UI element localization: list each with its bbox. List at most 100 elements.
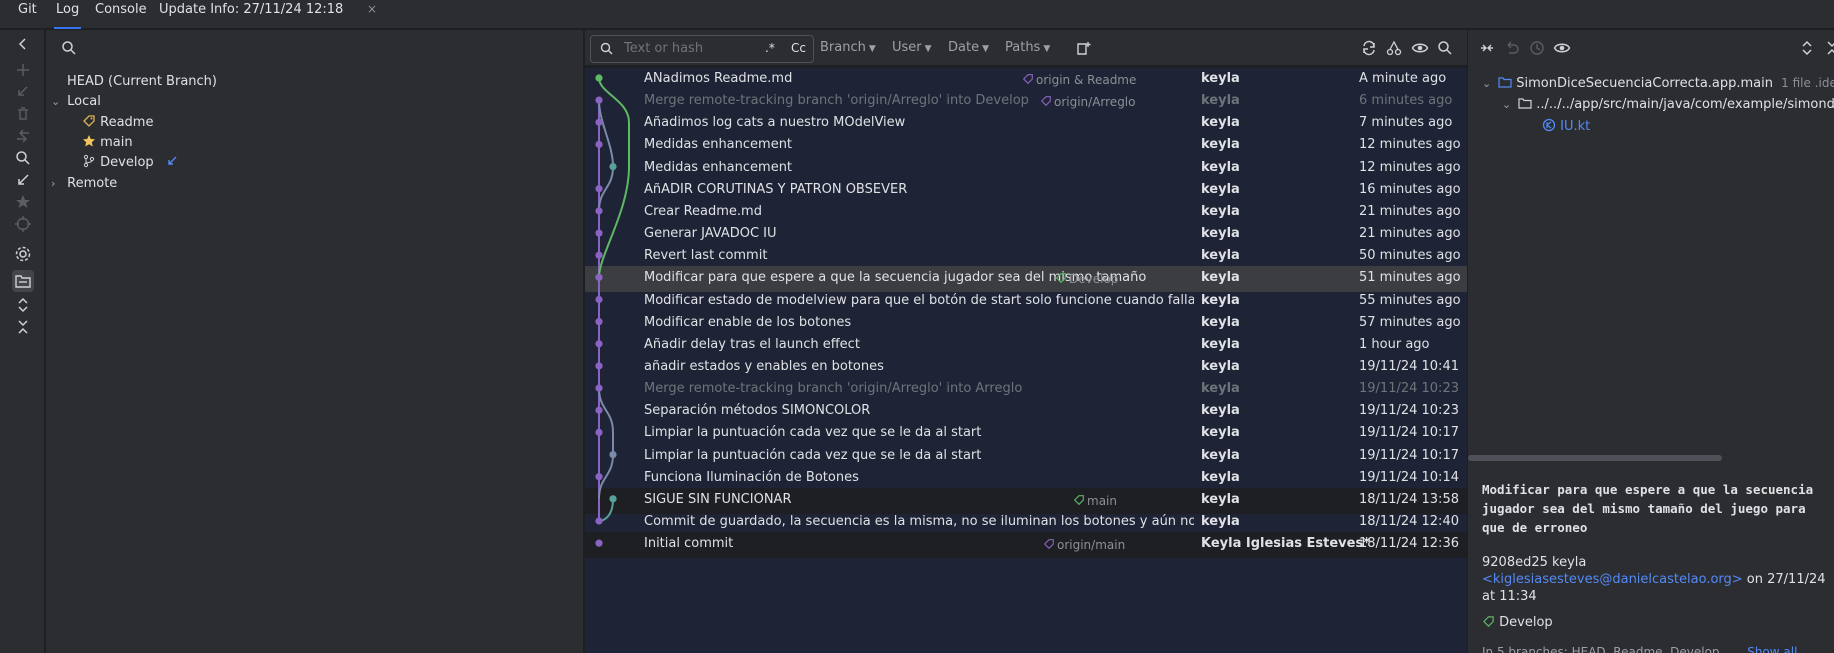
commit-node[interactable] [595, 406, 603, 414]
changes-path-node[interactable]: ⌄ ../../../app/src/main/java/com/example… [1502, 94, 1834, 116]
commit-node[interactable] [595, 340, 603, 348]
tag-icon [1483, 616, 1494, 627]
expand-all-icon[interactable] [14, 296, 32, 314]
commit-node[interactable] [595, 318, 603, 326]
commit-date: 57 minutes ago [1359, 314, 1461, 330]
cherry-pick-icon[interactable] [1385, 39, 1403, 57]
commit-node[interactable] [595, 140, 603, 149]
branch-item-develop[interactable]: Develop [82, 152, 178, 174]
settings-icon[interactable] [14, 245, 32, 263]
match-case-toggle[interactable]: Cc [791, 41, 806, 55]
tag-icon [83, 115, 95, 127]
chevron-right-icon[interactable]: › [51, 173, 63, 195]
history-icon[interactable] [1528, 39, 1546, 57]
changed-file-item[interactable]: IU.kt [1542, 116, 1590, 138]
branch-item-main[interactable]: main [82, 132, 133, 154]
close-icon[interactable]: × [367, 2, 377, 16]
tab-log[interactable]: Log [54, 0, 82, 29]
branch-filter[interactable]: Branch ▼ [820, 40, 876, 55]
local-label: Local [67, 94, 101, 109]
eye-icon[interactable] [1411, 39, 1429, 57]
paths-filter[interactable]: Paths ▼ [1005, 40, 1050, 55]
author-email-link[interactable]: <kiglesiasesteves@danielcastelao.org> [1482, 572, 1743, 587]
ref-text: origin/main [1057, 538, 1126, 553]
filter-label: Date [948, 40, 980, 55]
commit-node[interactable] [595, 207, 603, 215]
revert-icon[interactable] [1503, 39, 1521, 57]
chevron-down-icon[interactable]: ⌄ [1502, 94, 1514, 116]
commit-node[interactable] [609, 450, 617, 459]
incoming-arrow-icon [168, 156, 177, 165]
branch-label: Develop [100, 155, 154, 170]
commit-date: 7 minutes ago [1359, 115, 1453, 131]
fetch-icon[interactable] [14, 171, 32, 189]
collapse-panel-icon[interactable] [14, 35, 32, 53]
new-tab-icon[interactable] [1075, 39, 1093, 57]
horizontal-scrollbar[interactable] [1468, 455, 1722, 461]
commit-row[interactable]: Initial commit origin/main Keyla Iglesias … [585, 532, 1467, 559]
tag-icon [1055, 273, 1066, 284]
commit-node[interactable] [595, 428, 603, 436]
path-label: ../../../app/src/main/java/com/example/s… [1536, 97, 1834, 112]
commit-node[interactable] [595, 74, 603, 82]
commit-node[interactable] [595, 229, 603, 237]
star-icon[interactable] [14, 193, 32, 211]
refresh-icon[interactable] [1360, 39, 1378, 57]
commit-author: keyla [1201, 203, 1240, 219]
compare-icon[interactable] [14, 127, 32, 145]
new-branch-icon[interactable] [14, 61, 32, 79]
update-selected-icon[interactable] [14, 83, 32, 101]
show-all-link[interactable]: Show all [1747, 645, 1797, 653]
expand-all-icon[interactable] [1798, 39, 1816, 57]
commit-node[interactable] [595, 362, 603, 370]
tree-head[interactable]: HEAD (Current Branch) [67, 71, 217, 93]
commit-node[interactable] [595, 517, 603, 525]
group-by-directory-icon[interactable] [12, 270, 34, 292]
tab-git[interactable]: Git [18, 0, 37, 29]
eye-icon[interactable] [1553, 39, 1571, 57]
chevron-down-icon[interactable]: ⌄ [51, 91, 63, 113]
commit-node[interactable] [595, 539, 603, 547]
commit-date: 12 minutes ago [1359, 137, 1461, 153]
show-diff-icon[interactable] [1478, 39, 1496, 57]
commit-branch-ref[interactable]: Develop [1482, 615, 1553, 630]
chevron-down-icon[interactable]: ⌄ [1482, 73, 1494, 95]
date-filter[interactable]: Date ▼ [948, 40, 989, 55]
commit-search-input[interactable]: Text or hash .* Cc [590, 35, 814, 63]
collapse-all-icon[interactable] [1823, 39, 1834, 57]
delete-branch-icon[interactable] [14, 105, 32, 123]
filter-label: User [892, 40, 922, 55]
search-icon[interactable] [60, 39, 78, 57]
regex-toggle[interactable]: .* [765, 41, 775, 55]
target-icon[interactable] [14, 215, 32, 233]
commit-node[interactable] [595, 96, 603, 104]
commit-node[interactable] [595, 473, 603, 481]
search-icon[interactable] [1436, 39, 1454, 57]
commit-node[interactable] [595, 295, 603, 304]
user-filter[interactable]: User ▼ [892, 40, 932, 55]
changes-project-node[interactable]: ⌄ SimonDiceSecuenciaCorrecta.app.main 1 … [1482, 72, 1834, 94]
commit-node[interactable] [595, 384, 603, 392]
search-icon[interactable] [14, 149, 32, 167]
commit-node[interactable] [595, 251, 603, 259]
commit-node[interactable] [595, 185, 603, 193]
folder-icon [1518, 98, 1532, 109]
commit-node[interactable] [595, 118, 603, 126]
commit-meta: 9208ed25 keyla <kiglesiasesteves@danielc… [1482, 554, 1827, 605]
commit-date: 55 minutes ago [1359, 292, 1461, 308]
commit-message: AñADIR CORUTINAS Y PATRÓN OBSEVER [644, 181, 908, 197]
tab-update-info[interactable]: Update Info: 27/11/24 12:18 [159, 0, 343, 29]
tree-local[interactable]: ⌄ Local [51, 91, 101, 113]
file-label: IU.kt [1560, 119, 1591, 134]
branch-item-readme[interactable]: Readme [82, 112, 153, 134]
collapse-all-icon[interactable] [14, 318, 32, 336]
tab-console[interactable]: Console [95, 0, 147, 29]
commit-author: keyla [1201, 248, 1240, 264]
kotlin-file-icon [1542, 118, 1556, 132]
commit-node[interactable] [609, 163, 617, 171]
commit-node[interactable] [609, 495, 617, 503]
tree-remote[interactable]: › Remote [51, 173, 117, 195]
commit-node[interactable] [595, 273, 603, 281]
commit-message: Añadir delay tras el launch effect [644, 336, 860, 352]
graph-edge [598, 77, 630, 278]
